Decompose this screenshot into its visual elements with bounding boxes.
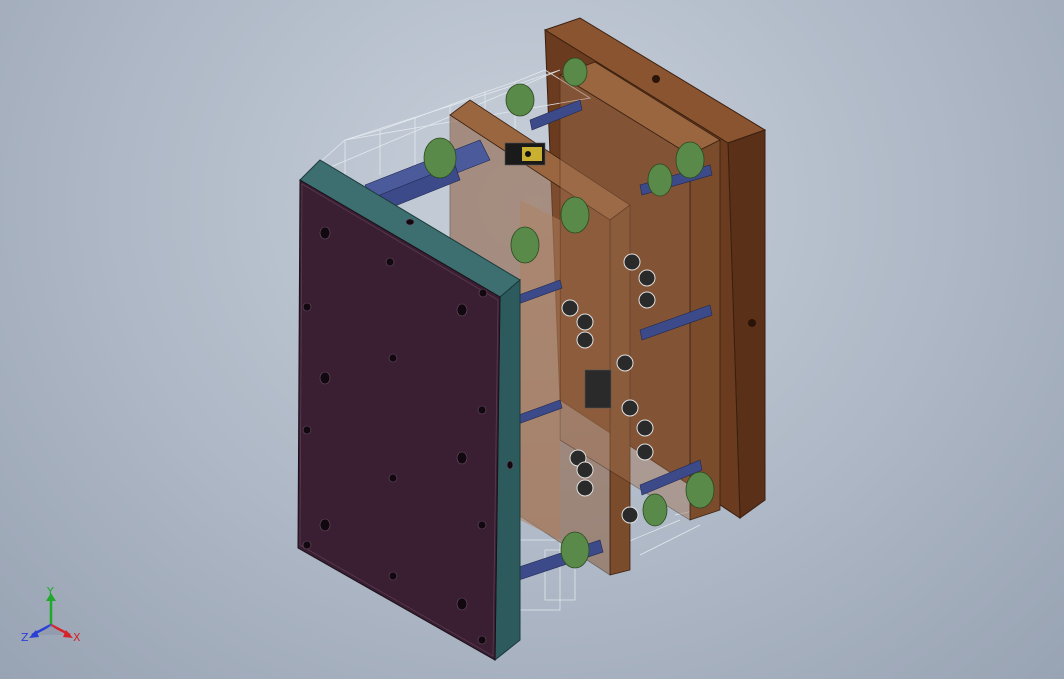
z-axis-label: Z <box>21 631 29 644</box>
x-axis-label: X <box>73 631 81 644</box>
mold-assembly-model[interactable] <box>297 17 767 662</box>
coordinate-triad[interactable]: Y X Z <box>18 585 88 655</box>
cad-viewport[interactable] <box>0 0 1064 679</box>
y-axis-label: Y <box>46 585 54 598</box>
